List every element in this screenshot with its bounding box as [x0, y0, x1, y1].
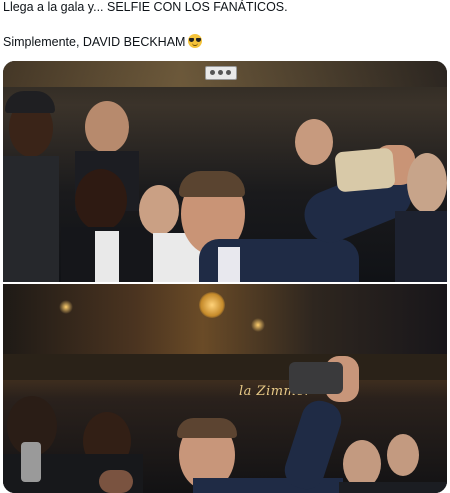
fan-beanie [5, 91, 55, 113]
fan-body-p2-right [339, 482, 447, 493]
fan-hand-p2 [99, 470, 133, 493]
sunglasses-emoji-icon [188, 34, 203, 48]
post-photo-1[interactable] [3, 61, 447, 282]
lamp-icon [199, 292, 225, 318]
fan-head-p2-right-1 [343, 440, 381, 488]
fan-head-right-1 [295, 119, 333, 165]
awning [3, 354, 447, 380]
beckham-shirt [218, 247, 240, 282]
beckham-hair-p2 [177, 418, 237, 438]
white-shirt-child [95, 231, 119, 282]
fan-body-right-2 [395, 211, 447, 282]
lamp-icon-left [59, 300, 73, 314]
beckham-hair [179, 171, 245, 197]
fan-head-left-2 [85, 101, 129, 153]
fan-head-boy [139, 185, 179, 235]
fan-head-p2-right-2 [387, 434, 419, 476]
lamp-icon-mid [251, 318, 265, 332]
post-text-line-2-label: Simplemente, DAVID BECKHAM [3, 35, 186, 49]
camera-device-icon [205, 66, 237, 80]
post-text-line-1: Llega a la gala y... SELFIE CON LOS FANÁ… [3, 0, 288, 14]
phone-icon [334, 147, 396, 193]
post-text-line-2: Simplemente, DAVID BECKHAM [3, 34, 203, 50]
phone-icon-left [21, 442, 41, 482]
phone-icon-p2 [289, 362, 343, 394]
fan-head-right-2 [407, 153, 447, 213]
fan-head-child [75, 169, 127, 231]
fan-body-left-1 [3, 156, 59, 282]
post-photo-2[interactable]: la Zimmer [3, 284, 447, 493]
storefront-lights [3, 284, 447, 354]
post-media[interactable]: la Zimmer [3, 61, 447, 493]
